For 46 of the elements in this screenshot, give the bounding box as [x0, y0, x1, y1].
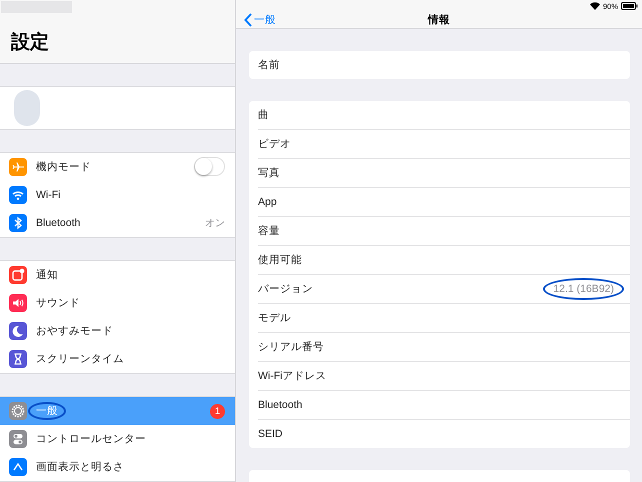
airplane-icon	[9, 158, 27, 176]
moon-icon	[9, 322, 27, 340]
info-label: App	[258, 196, 277, 208]
item-label: 一般	[28, 402, 66, 420]
item-label: サウンド	[36, 296, 80, 308]
info-label: 容量	[258, 224, 280, 238]
switches-icon	[9, 430, 27, 448]
hourglass-icon	[9, 350, 27, 368]
notification-icon	[9, 266, 27, 284]
item-label: スクリーンタイム	[36, 353, 124, 365]
info-label: 写真	[258, 166, 280, 180]
item-label: Bluetooth	[36, 217, 80, 229]
wifi-signal-icon	[590, 2, 600, 10]
item-label: Wi-Fi	[36, 188, 60, 200]
info-label: ビデオ	[258, 137, 291, 151]
info-label: シリアル番号	[258, 340, 324, 354]
item-label: 通知	[36, 268, 58, 280]
info-label: Bluetooth	[258, 399, 302, 411]
wifi-icon	[9, 186, 27, 204]
gear-icon	[9, 402, 27, 420]
status-value: オン	[205, 217, 225, 230]
info-label: 使用可能	[258, 253, 302, 267]
notification-badge: 1	[210, 404, 225, 418]
info-value: 12.1 (16B92)	[543, 278, 624, 300]
display-icon	[9, 458, 27, 476]
account-row[interactable]	[0, 86, 235, 130]
page-title: 情報	[428, 13, 450, 27]
sidebar-title: 設定	[10, 30, 50, 56]
toggle-switch[interactable]	[194, 157, 225, 176]
info-label: 曲	[258, 108, 269, 122]
chevron-left-icon	[244, 13, 252, 27]
info-label: 名前	[258, 58, 280, 72]
info-label: バージョン	[258, 282, 313, 296]
settings-item[interactable]: 一般 1	[0, 397, 235, 425]
info-label: Wi-Fiアドレス	[258, 369, 326, 383]
item-label: 機内モード	[36, 160, 91, 172]
item-label: 画面表示と明るさ	[36, 461, 124, 473]
speaker-icon	[9, 294, 27, 312]
info-label: SEID	[258, 428, 283, 440]
item-label: コントロールセンター	[36, 432, 146, 444]
back-button[interactable]: 一般	[236, 12, 282, 28]
avatar-picture	[14, 90, 40, 126]
info-label: モデル	[258, 311, 291, 325]
bluetooth-icon	[9, 214, 27, 232]
battery-icon	[621, 2, 638, 10]
item-label: おやすみモード	[36, 324, 113, 336]
